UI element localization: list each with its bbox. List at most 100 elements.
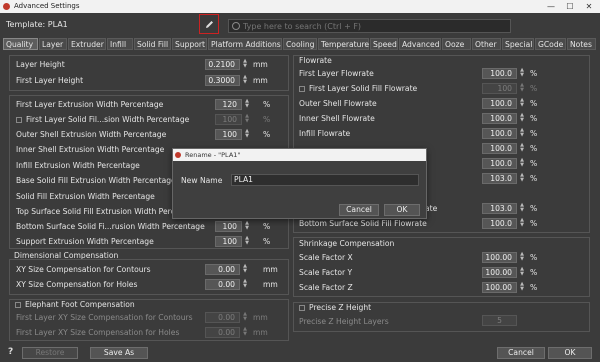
flowrate-row-input[interactable]: 100.0 [482,98,517,109]
tab-gcode[interactable]: GCode [535,38,566,50]
close-button[interactable]: ✕ [582,0,596,13]
precise-z-checkbox[interactable] [299,305,305,311]
flowrate-row-spinner[interactable]: ▲ ▼ [518,158,526,169]
extrusion-row-spinner[interactable]: ▲ ▼ [243,129,251,140]
tab-advanced[interactable]: Advanced [399,38,441,50]
tab-cooling[interactable]: Cooling [283,38,317,50]
scale-factor-y-unit: % [530,268,538,277]
extrusion-row-spinner[interactable]: ▲ ▼ [243,99,251,110]
extrusion-row-input[interactable]: 100 [215,114,242,125]
minimize-button[interactable]: — [544,0,558,13]
tab-speed[interactable]: Speed [370,38,398,50]
extrusion-row-label: Outer Shell Extrusion Width Percentage [16,130,167,139]
tab-temperature[interactable]: Temperature [318,38,369,50]
search-box[interactable] [228,19,511,33]
extrusion-row-label: First Layer Extrusion Width Percentage [16,100,164,109]
rename-button[interactable] [199,14,219,34]
scale-factor-x-label: Scale Factor X [299,253,353,262]
first-layer-height-spinner[interactable]: ▲ ▼ [241,75,249,86]
scale-factor-x-spinner[interactable]: ▲ ▼ [518,252,526,263]
flowrate-row-input[interactable]: 100.0 [482,218,517,229]
scale-factor-x-input[interactable]: 100.00 [482,252,517,263]
first-layer-solid-fill-checkbox[interactable] [16,117,22,123]
flowrate-row-label: First Layer Solid Fill Flowrate [309,84,418,93]
first-layer-solid-fill-flowrate-checkbox[interactable] [299,86,305,92]
extrusion-row-unit: % [263,237,271,246]
tab-notes[interactable]: Notes [567,38,596,50]
xy-holes-spinner[interactable]: ▲ ▼ [241,279,249,290]
extrusion-row-spinner[interactable]: ▲ ▼ [243,236,251,247]
layer-height-label: Layer Height [16,60,65,69]
first-layer-xy-holes-unit: mm [253,328,268,337]
layer-height-unit: mm [253,60,268,69]
layer-height-spinner[interactable]: ▲ ▼ [241,59,249,70]
extrusion-row-input[interactable]: 100 [215,236,242,247]
tab-quality[interactable]: Quality [3,38,38,50]
help-icon[interactable]: ? [8,347,13,357]
flowrate-row-spinner[interactable]: ▲ ▼ [518,218,526,229]
maximize-button[interactable]: ☐ [563,0,577,13]
flowrate-row-spinner[interactable]: ▲ ▼ [518,68,526,79]
first-layer-xy-contours-input[interactable]: 0.00 [205,312,240,323]
tab-solid-fill[interactable]: Solid Fill [134,38,171,50]
flowrate-row-input[interactable]: 100.0 [482,128,517,139]
extrusion-row-input[interactable]: 100 [215,129,242,140]
flowrate-row-unit: % [530,219,538,228]
first-layer-xy-holes-input[interactable]: 0.00 [205,327,240,338]
tab-infill[interactable]: Infill [107,38,133,50]
flowrate-row-spinner[interactable]: ▲ ▼ [518,113,526,124]
scale-factor-z-spinner[interactable]: ▲ ▼ [518,282,526,293]
xy-holes-input[interactable]: 0.00 [205,279,240,290]
first-layer-xy-contours-spinner[interactable]: ▲ ▼ [241,312,249,323]
extrusion-row-input[interactable]: 100 [215,221,242,232]
dialog-cancel-button[interactable]: Cancel [339,204,379,216]
flowrate-row-input[interactable]: 100.0 [482,113,517,124]
first-layer-height-input[interactable]: 0.3000 [205,75,240,86]
dialog-ok-button[interactable]: OK [384,204,420,216]
tab-platform-additions[interactable]: Platform Additions [208,38,282,50]
tab-other[interactable]: Other [472,38,501,50]
tab-layer[interactable]: Layer [39,38,67,50]
layer-height-input[interactable]: 0.2100 [205,59,240,70]
flowrate-row-input[interactable]: 100.0 [482,68,517,79]
elephant-foot-checkbox[interactable] [15,302,21,308]
flowrate-row-spinner[interactable]: ▲ ▼ [518,173,526,184]
restore-button[interactable]: Restore [22,347,78,359]
flowrate-row-input[interactable]: 100.0 [482,143,517,154]
title-bar: Advanced Settings — ☐ ✕ [0,0,600,13]
extrusion-row-spinner[interactable]: ▲ ▼ [243,221,251,232]
flowrate-row-label: First Layer Flowrate [299,69,374,78]
flowrate-row-spinner[interactable]: ▲ ▼ [518,128,526,139]
flowrate-row-input[interactable]: 103.0 [482,173,517,184]
precise-z-layers-input[interactable]: 5 [482,315,517,326]
flowrate-row-label: Inner Shell Flowrate [299,114,375,123]
flowrate-row-spinner[interactable]: ▲ ▼ [518,143,526,154]
rename-dialog: Rename - "PLA1" New Name PLA1 Cancel OK [172,148,427,219]
xy-contours-spinner[interactable]: ▲ ▼ [241,264,249,275]
tab-special[interactable]: Special [502,38,534,50]
cancel-button[interactable]: Cancel [497,347,545,359]
flowrate-row-input[interactable]: 100.0 [482,158,517,169]
flowrate-row-spinner[interactable]: ▲ ▼ [518,83,526,94]
tab-bar: Quality Layer Extruder Infill Solid Fill… [3,38,597,50]
new-name-input[interactable]: PLA1 [231,174,419,186]
scale-factor-z-input[interactable]: 100.00 [482,282,517,293]
first-layer-xy-holes-spinner[interactable]: ▲ ▼ [241,327,249,338]
flowrate-row-input[interactable]: 100 [482,83,517,94]
scale-factor-y-input[interactable]: 100.00 [482,267,517,278]
scale-factor-y-spinner[interactable]: ▲ ▼ [518,267,526,278]
flowrate-row-spinner[interactable]: ▲ ▼ [518,203,526,214]
tab-extruder[interactable]: Extruder [68,38,106,50]
extrusion-row-input[interactable]: 120 [215,99,242,110]
extrusion-row-spinner[interactable]: ▲ ▼ [243,114,251,125]
search-input[interactable] [243,20,508,32]
save-as-button[interactable]: Save As [90,347,148,359]
xy-contours-input[interactable]: 0.00 [205,264,240,275]
flowrate-row-spinner[interactable]: ▲ ▼ [518,98,526,109]
precise-z-layers-label: Precise Z Height Layers [299,317,389,326]
ok-button[interactable]: OK [548,347,592,359]
flowrate-row-label: Bottom Surface Solid Fill Flowrate [299,219,427,228]
tab-ooze[interactable]: Ooze [442,38,471,50]
flowrate-row-input[interactable]: 103.0 [482,203,517,214]
tab-support[interactable]: Support [172,38,207,50]
